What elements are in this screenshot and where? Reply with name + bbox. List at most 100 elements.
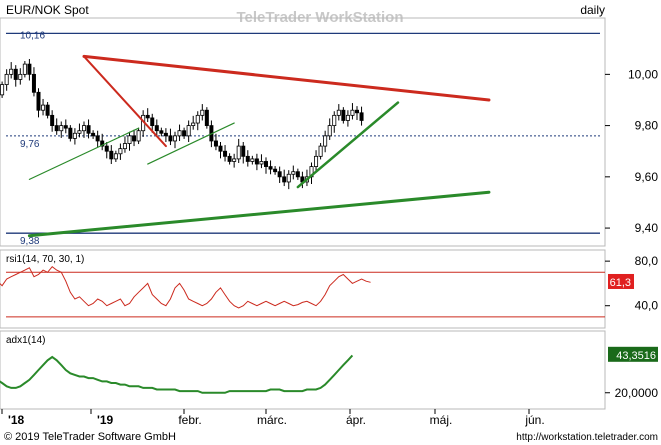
adx-series-line: [0, 354, 354, 394]
candle-body: [122, 143, 127, 150]
candle-body: [327, 125, 332, 137]
rsi-title: rsi1(14, 70, 30, 1): [6, 254, 84, 265]
candle-body: [273, 168, 278, 173]
x-axis: '18 '19 febr. márc. ápr. máj. jún.: [1, 409, 545, 427]
adx-layer: adx1(14) 20,0000 43,3516: [0, 335, 658, 400]
candle-body: [332, 114, 337, 126]
candle-body: [200, 109, 205, 116]
candle-body: [109, 150, 114, 160]
price-layer: 10,00 9,80 9,60 9,40 10,16 9,76 9,38: [0, 30, 658, 247]
candle-body: [27, 63, 32, 75]
candle-body: [36, 91, 41, 111]
candle-body: [77, 130, 82, 134]
level-label: 9,38: [20, 236, 40, 247]
candle-body: [45, 104, 50, 116]
rsi-y-tick-label: 80,0: [635, 254, 659, 268]
trendline-short-resistance: [83, 55, 167, 148]
trendline-upper-resistance: [82, 54, 491, 102]
rsi-last-value: 61,3: [610, 277, 631, 289]
candle-body: [263, 161, 268, 167]
candle-body: [118, 148, 123, 155]
price-y-tick-label: 9,60: [635, 170, 659, 184]
level-label: 9,76: [20, 139, 40, 150]
candle-body: [177, 130, 182, 137]
candle-body: [277, 171, 282, 178]
candle-body: [31, 73, 36, 93]
x-tick-label: '19: [97, 413, 114, 427]
candle-body: [136, 130, 141, 142]
rsi-y-tick-label: 40,0: [635, 299, 659, 313]
candle-body: [354, 109, 359, 114]
candle-body: [341, 109, 346, 121]
candle-body: [145, 114, 150, 119]
candle-body: [172, 135, 177, 142]
candle-body: [291, 171, 296, 175]
candle-body: [91, 132, 96, 137]
candle-body: [318, 145, 323, 157]
x-tick-label: ápr.: [346, 413, 366, 427]
chart-canvas: EUR/NOK Spot TeleTrader WorkStation dail…: [0, 3, 659, 443]
candle-body: [13, 68, 18, 80]
candle-body: [186, 125, 191, 137]
candle-body: [150, 117, 155, 126]
candle-body: [154, 125, 159, 132]
candle-body: [127, 135, 132, 144]
candle-body: [59, 125, 64, 132]
candle-body: [232, 158, 237, 162]
copyright: © 2019 TeleTrader Software GmbH: [4, 431, 176, 443]
rsi-panel: [0, 249, 606, 329]
candle-body: [163, 132, 168, 137]
x-tick-label: jún.: [524, 413, 544, 427]
candle-body: [9, 68, 14, 75]
rsi-layer: rsi1(14, 70, 30, 1) 80,0 40,0 61,3: [0, 254, 659, 318]
candle-body: [168, 135, 173, 142]
candle-body: [350, 109, 355, 116]
candle-body: [104, 145, 109, 152]
price-y-tick-label: 10,00: [628, 67, 658, 81]
candle-body: [286, 173, 291, 183]
candle-body: [295, 171, 300, 178]
candle-body: [159, 130, 164, 134]
x-tick-label: márc.: [257, 413, 287, 427]
candle-body: [213, 140, 218, 147]
price-y-tick-label: 9,80: [635, 119, 659, 133]
candle-body: [86, 125, 91, 134]
candle-body: [191, 122, 196, 126]
candle-body: [236, 145, 241, 160]
adx-y-tick-label: 20,0000: [615, 386, 659, 400]
adx-panel: [0, 330, 606, 410]
candle-body: [63, 125, 68, 129]
candle-body: [182, 130, 187, 137]
x-tick-label: febr.: [178, 413, 201, 427]
candle-body: [0, 84, 5, 96]
candle-body: [218, 145, 223, 152]
level-label: 10,16: [20, 30, 45, 41]
candle-body: [268, 166, 273, 170]
rsi-series-line: [0, 266, 371, 309]
candle-body: [72, 132, 77, 139]
candle-body: [95, 135, 100, 142]
candle-body: [323, 135, 328, 147]
adx-last-value: 43,3516: [616, 350, 656, 362]
candle-body: [132, 135, 137, 142]
candle-body: [82, 125, 87, 132]
candle-body: [259, 161, 264, 165]
candle-body: [195, 114, 200, 124]
x-tick-label: '18: [8, 413, 25, 427]
candle-body: [50, 114, 55, 126]
candle-body: [68, 127, 73, 139]
trendline-long-support: [27, 190, 491, 238]
candle-body: [41, 104, 46, 111]
candle-body: [223, 150, 228, 157]
x-tick-label: máj.: [430, 413, 453, 427]
source-url: http://workstation.teletrader.com: [516, 432, 658, 443]
candle-body: [204, 109, 209, 126]
candle-body: [250, 158, 255, 162]
candle-body: [314, 155, 319, 167]
candle-body: [241, 145, 246, 157]
chart-title: EUR/NOK Spot: [6, 3, 89, 17]
price-y-tick-label: 9,40: [635, 221, 659, 235]
candle-body: [18, 73, 23, 80]
candle-body: [54, 125, 59, 132]
candle-body: [245, 155, 250, 162]
